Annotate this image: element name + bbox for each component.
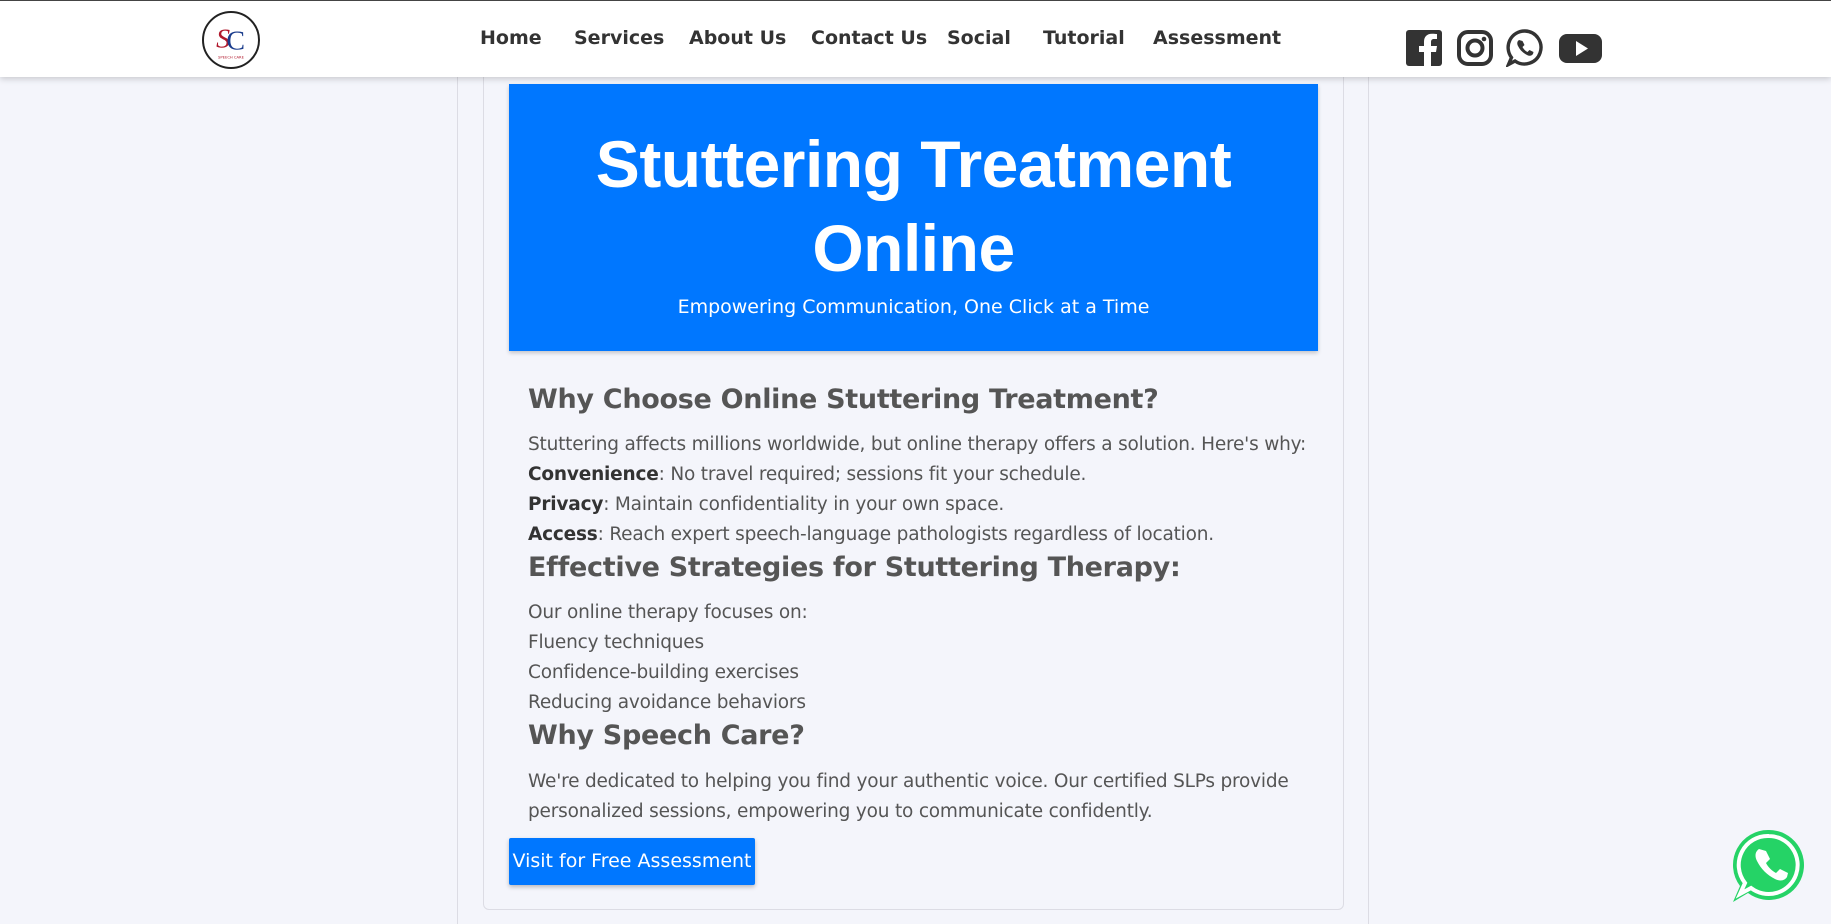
section-heading-strategies: Effective Strategies for Stuttering Ther… xyxy=(528,552,1181,583)
facebook-icon[interactable] xyxy=(1405,29,1443,67)
whatsapp-icon xyxy=(1732,829,1804,902)
nav-social[interactable]: Social xyxy=(947,27,1011,49)
benefit-access: Access: Reach expert speech-language pat… xyxy=(528,524,1214,545)
nav-tutorial[interactable]: Tutorial xyxy=(1043,27,1125,49)
free-assessment-button[interactable]: Visit for Free Assessment xyxy=(509,838,755,885)
section-heading-why-online: Why Choose Online Stuttering Treatment? xyxy=(528,384,1159,415)
nav-home[interactable]: Home xyxy=(480,27,542,49)
section1-intro: Stuttering affects millions worldwide, b… xyxy=(528,434,1307,455)
svg-text:SPEECH CARE: SPEECH CARE xyxy=(218,56,245,60)
section3-text-line2: personalized sessions, empowering you to… xyxy=(528,801,1153,822)
section3-text-line1: We're dedicated to helping you find your… xyxy=(528,771,1289,792)
section-heading-why-speech-care: Why Speech Care? xyxy=(528,720,805,751)
logo-mark: S C SPEECH CARE xyxy=(216,23,245,60)
hero-title-line1: Stuttering Treatment xyxy=(595,127,1232,201)
nav-assessment[interactable]: Assessment xyxy=(1153,27,1281,49)
benefit-privacy: Privacy: Maintain confidentiality in you… xyxy=(528,494,1005,515)
speech-care-logo[interactable]: S C SPEECH CARE xyxy=(202,11,260,69)
strategy-item: Reducing avoidance behaviors xyxy=(528,692,806,713)
strategy-item: Fluency techniques xyxy=(528,632,704,653)
benefit-convenience: Convenience: No travel required; session… xyxy=(528,464,1087,485)
nav-about-us[interactable]: About Us xyxy=(689,27,786,49)
hero-title-line2: Online xyxy=(812,211,1015,285)
top-navbar: S C SPEECH CARE Home Services About Us C… xyxy=(0,0,1831,77)
nav-contact-us[interactable]: Contact Us xyxy=(811,27,927,49)
hero-banner: Stuttering Treatment Online Empowering C… xyxy=(509,84,1318,351)
whatsapp-icon[interactable] xyxy=(1506,29,1544,67)
nav-services[interactable]: Services xyxy=(574,27,664,49)
strategy-item: Confidence-building exercises xyxy=(528,662,799,683)
section2-intro: Our online therapy focuses on: xyxy=(528,602,808,623)
hero-subtitle: Empowering Communication, One Click at a… xyxy=(677,296,1150,318)
instagram-icon[interactable] xyxy=(1456,29,1494,67)
hero-title: Stuttering Treatment Online xyxy=(509,122,1318,290)
youtube-icon[interactable] xyxy=(1558,29,1603,67)
whatsapp-float-button[interactable] xyxy=(1729,826,1809,906)
svg-text:C: C xyxy=(226,25,245,56)
